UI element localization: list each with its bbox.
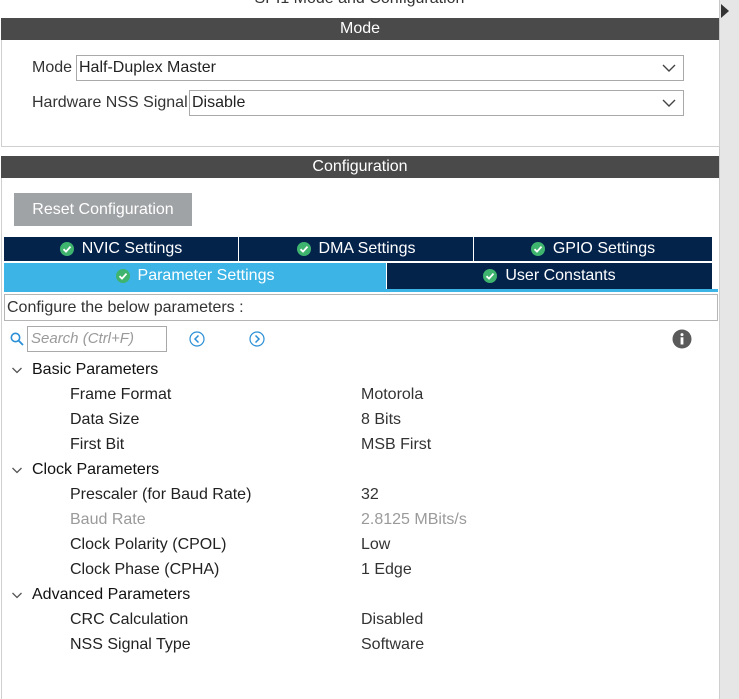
- info-icon[interactable]: [672, 329, 692, 349]
- previous-icon[interactable]: [189, 331, 205, 347]
- chevron-down-icon[interactable]: [11, 589, 23, 601]
- param-data-size-name: Data Size: [70, 411, 140, 428]
- next-icon[interactable]: [249, 331, 265, 347]
- hardware-nss-select-value: Disable: [192, 94, 246, 111]
- configuration-section-header: Configuration: [1, 156, 719, 178]
- tab-user-constants[interactable]: User Constants: [387, 263, 712, 289]
- mode-label: Mode: [32, 59, 73, 76]
- parameters-description: Configure the below parameters :: [4, 294, 718, 321]
- check-circle-icon: [483, 269, 498, 283]
- hardware-nss-label: Hardware NSS Signal: [32, 94, 188, 111]
- tab-nvic-settings-label: NVIC Settings: [81, 240, 183, 257]
- param-frame-format-value[interactable]: Motorola: [361, 382, 423, 407]
- tab-user-constants-label: User Constants: [505, 267, 616, 284]
- param-baud-rate-value: 2.8125 MBits/s: [361, 511, 467, 528]
- tab-gpio-settings-label: GPIO Settings: [552, 240, 656, 257]
- param-first-bit-name: First Bit: [70, 436, 125, 453]
- param-crc-calculation-value[interactable]: Disabled: [361, 607, 423, 632]
- chevron-down-icon[interactable]: [11, 364, 23, 376]
- mode-section-header: Mode: [1, 18, 719, 40]
- param-nss-signal-type-value[interactable]: Software: [361, 632, 424, 657]
- group-basic-parameters[interactable]: Basic Parameters: [32, 357, 158, 382]
- tab-nvic-settings[interactable]: NVIC Settings: [4, 237, 238, 261]
- search-input[interactable]: Search (Ctrl+F): [27, 326, 167, 352]
- param-clock-polarity-name: Clock Polarity (CPOL): [70, 536, 227, 553]
- tab-dma-settings-label: DMA Settings: [318, 240, 416, 257]
- side-panel-strip: [719, 0, 739, 699]
- page-title: SPI1 Mode and Configuration: [0, 0, 719, 8]
- param-clock-phase-value[interactable]: 1 Edge: [361, 557, 412, 582]
- collapse-panel-icon[interactable]: [721, 4, 729, 18]
- param-crc-calculation-name: CRC Calculation: [70, 611, 189, 628]
- tab-dma-settings[interactable]: DMA Settings: [239, 237, 473, 261]
- group-clock-parameters[interactable]: Clock Parameters: [32, 457, 159, 482]
- param-nss-signal-type-name: NSS Signal Type: [70, 636, 191, 653]
- param-clock-phase-name: Clock Phase (CPHA): [70, 561, 220, 578]
- tab-gpio-settings[interactable]: GPIO Settings: [474, 237, 712, 261]
- chevron-down-icon: [662, 64, 676, 72]
- check-circle-icon: [59, 242, 74, 256]
- param-data-size-value[interactable]: 8 Bits: [361, 407, 401, 432]
- tab-parameter-settings-label: Parameter Settings: [137, 267, 275, 284]
- tab-underline: [4, 289, 718, 292]
- group-advanced-parameters[interactable]: Advanced Parameters: [32, 582, 190, 607]
- param-clock-polarity-value[interactable]: Low: [361, 532, 390, 557]
- tab-parameter-settings[interactable]: Parameter Settings: [4, 263, 386, 289]
- hardware-nss-select[interactable]: Disable: [189, 90, 684, 116]
- check-circle-icon: [296, 242, 311, 256]
- mode-select-value: Half-Duplex Master: [79, 59, 216, 76]
- mode-select[interactable]: Half-Duplex Master: [76, 55, 684, 81]
- search-icon: [10, 332, 24, 346]
- param-prescaler-name: Prescaler (for Baud Rate): [70, 486, 252, 503]
- param-baud-rate-name: Baud Rate: [70, 511, 146, 528]
- param-frame-format-name: Frame Format: [70, 386, 172, 403]
- reset-configuration-button[interactable]: Reset Configuration: [14, 193, 192, 226]
- check-circle-icon: [530, 242, 545, 256]
- param-prescaler-value[interactable]: 32: [361, 482, 379, 507]
- chevron-down-icon: [662, 99, 676, 107]
- param-first-bit-value[interactable]: MSB First: [361, 432, 431, 457]
- check-circle-icon: [115, 269, 130, 283]
- chevron-down-icon[interactable]: [11, 464, 23, 476]
